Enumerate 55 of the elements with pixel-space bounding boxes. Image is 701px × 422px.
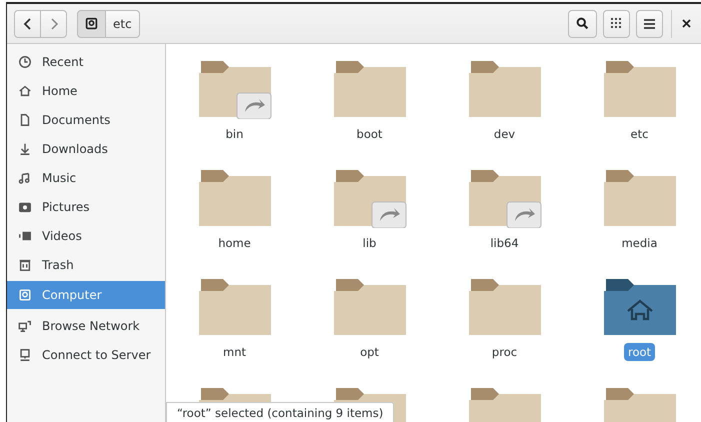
file-name[interactable]: bin — [222, 125, 248, 143]
sidebar-label: Videos — [42, 228, 82, 242]
sidebar-item[interactable]: Downloads — [7, 134, 165, 163]
sidebar-label: Music — [42, 170, 76, 184]
document-icon — [18, 112, 32, 126]
search-button[interactable] — [568, 10, 597, 38]
drive-icon — [85, 17, 98, 30]
back-button[interactable] — [14, 10, 41, 38]
close-icon — [682, 19, 691, 28]
sidebar-label: Pictures — [42, 200, 90, 214]
sidebar-label: Recent — [42, 54, 84, 68]
download-icon — [18, 142, 32, 156]
network-icon — [18, 318, 32, 332]
sidebar-label: Connect to Server — [42, 348, 151, 362]
file-name[interactable]: opt — [356, 343, 383, 361]
path-button[interactable]: etc — [105, 10, 140, 38]
sidebar-item[interactable]: Pictures — [7, 192, 165, 221]
music-icon — [18, 170, 32, 184]
sidebar-label: Downloads — [42, 142, 108, 156]
menu-icon — [644, 18, 655, 28]
file-name[interactable]: lib — [358, 234, 380, 252]
clock-icon — [18, 54, 32, 68]
file-name[interactable]: lib64 — [486, 234, 523, 252]
file-name[interactable]: dev — [490, 125, 520, 143]
sidebar-item[interactable]: Recent — [7, 47, 165, 76]
menu-button[interactable] — [636, 10, 663, 38]
trash-icon — [18, 258, 32, 272]
sidebar-label: Browse Network — [42, 318, 140, 332]
sidebar-label: Computer — [42, 288, 102, 302]
drive-path-button[interactable] — [77, 10, 106, 38]
sidebar-item[interactable]: Music — [7, 163, 165, 192]
file-name[interactable]: boot — [352, 125, 386, 143]
grid-view-button[interactable] — [603, 10, 630, 38]
sidebar-item[interactable]: Connect to Server — [7, 340, 165, 369]
file-name[interactable]: etc — [626, 125, 652, 143]
sidebar-item[interactable]: Home — [7, 76, 165, 105]
file-name[interactable]: media — [618, 234, 662, 252]
sidebar-label: Documents — [42, 112, 110, 126]
drive-icon — [18, 288, 32, 302]
sidebar-label: Trash — [42, 258, 74, 272]
status-label: “root” selected (containing 9 items) — [166, 402, 394, 422]
search-icon — [576, 17, 589, 30]
grid-icon — [611, 18, 622, 29]
back-icon — [22, 18, 32, 30]
file-name[interactable]: mnt — [219, 343, 250, 361]
server-icon — [18, 348, 32, 362]
file-name[interactable]: home — [214, 234, 255, 252]
forward-icon — [48, 18, 58, 30]
sidebar-item[interactable]: Trash — [7, 250, 165, 279]
sidebar-label: Home — [42, 84, 78, 98]
sidebar-item[interactable]: Documents — [7, 105, 165, 134]
home-icon — [18, 84, 32, 98]
file-name[interactable]: proc — [488, 343, 522, 361]
sidebar-item[interactable]: Videos — [7, 221, 165, 250]
sidebar-item[interactable]: Browse Network — [7, 311, 165, 340]
